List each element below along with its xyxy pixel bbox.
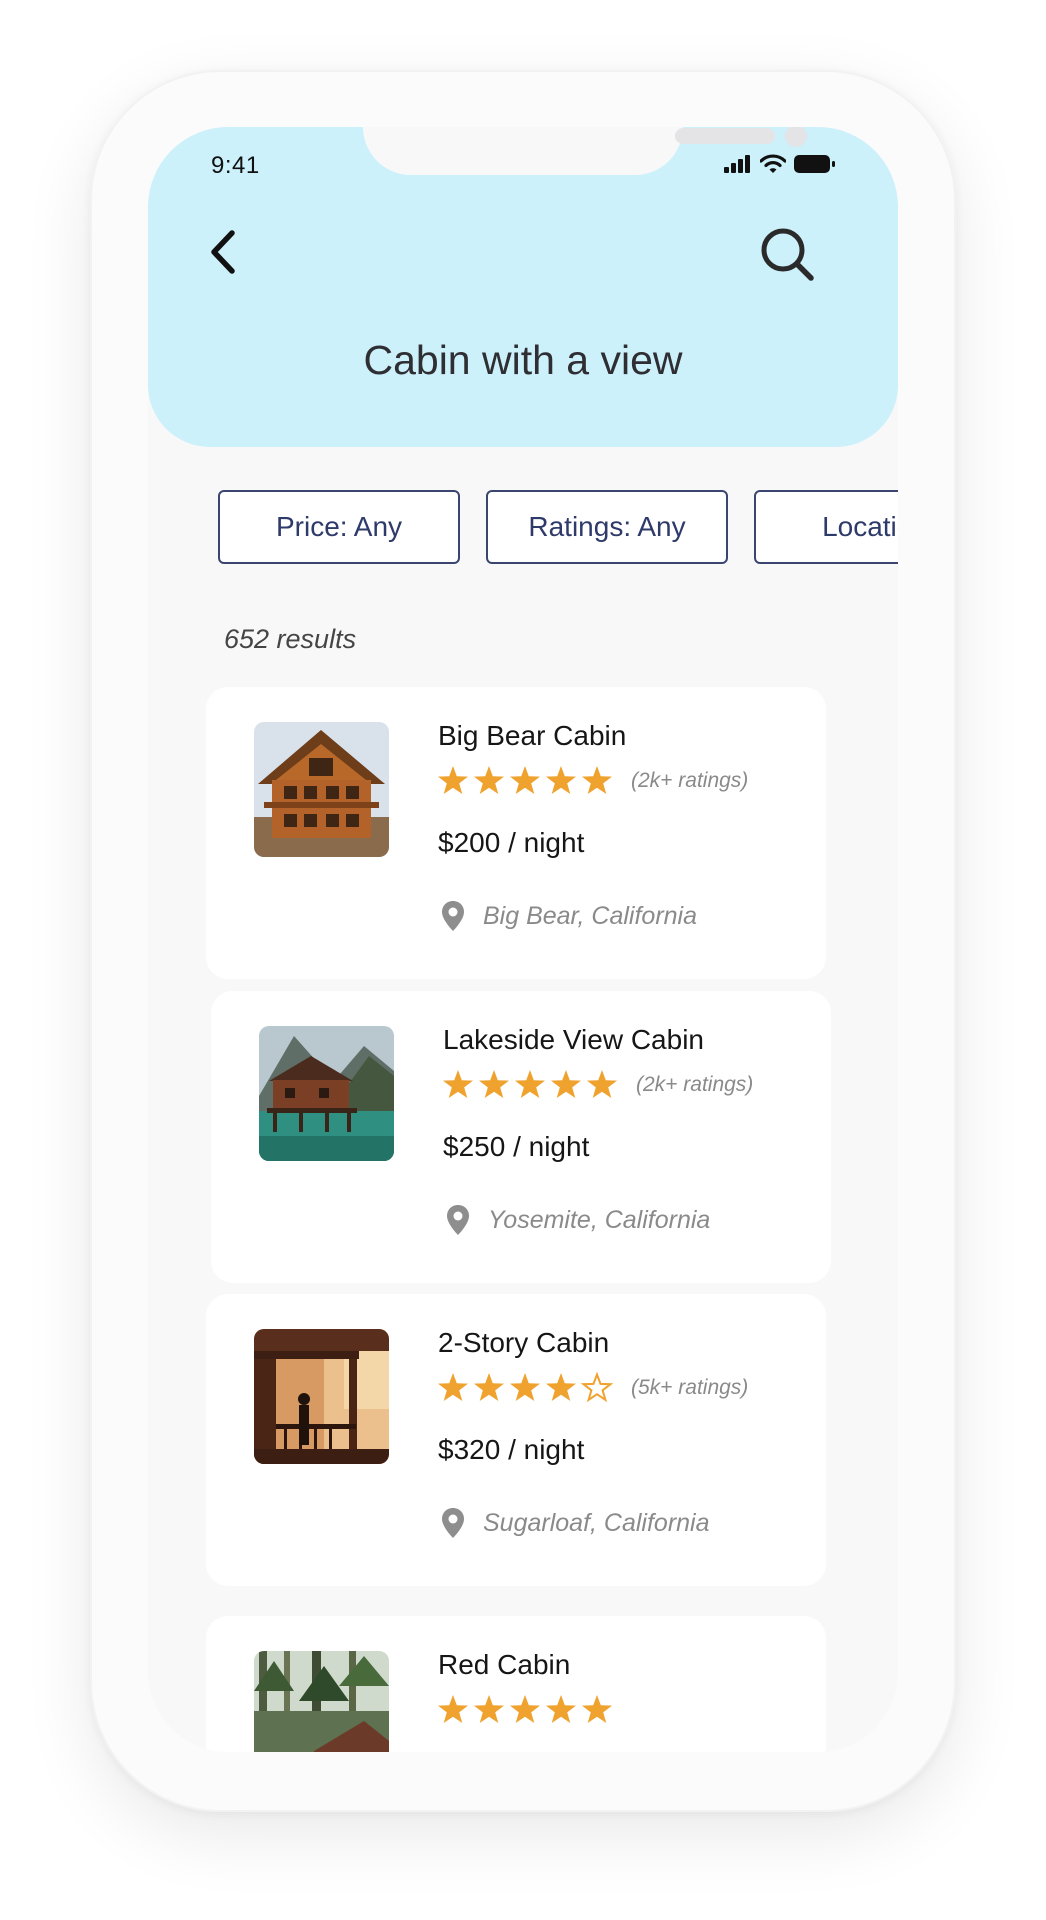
price-amount: $200	[438, 827, 501, 858]
rating-count: (2k+ ratings)	[636, 1073, 754, 1096]
battery-icon	[794, 155, 835, 173]
price: $320 / night	[438, 1434, 584, 1466]
price: $200 / night	[438, 827, 584, 859]
filter-ratings[interactable]: Ratings: Any	[486, 490, 728, 564]
status-icons	[724, 154, 836, 174]
location-pin-icon	[442, 1508, 464, 1538]
search-icon	[761, 228, 814, 281]
price-unit: / night	[505, 1131, 590, 1162]
star-rating-icon	[443, 1070, 617, 1098]
cabin-photo	[254, 722, 389, 857]
price-amount: $320	[438, 1434, 501, 1465]
location-pin-icon	[447, 1205, 469, 1235]
status-time: 9:41	[211, 152, 260, 179]
location-text: Big Bear, California	[483, 901, 698, 930]
cabin-photo	[254, 1651, 389, 1752]
rating-stars: (5k+ ratings)	[437, 1372, 748, 1404]
listing-title: Big Bear Cabin	[438, 720, 627, 751]
cabin-photo	[259, 1026, 394, 1161]
cellular-signal-icon	[724, 155, 750, 173]
listing-location: Sugarloaf, California	[441, 1507, 710, 1539]
rating-stars	[437, 1694, 613, 1726]
rating-count: (5k+ ratings)	[631, 1376, 749, 1399]
speaker-grille	[675, 128, 775, 144]
star-rating-icon	[438, 766, 612, 794]
search-button[interactable]	[756, 223, 818, 285]
listing-title: Lakeside View Cabin	[443, 1024, 704, 1055]
star-rating-icon	[438, 1695, 612, 1723]
price-unit: / night	[500, 827, 585, 858]
price: $250 / night	[443, 1131, 589, 1163]
filter-location[interactable]: Location	[754, 490, 898, 564]
app-screen: 9:41 Cabin with a view Price: Any Rating…	[148, 127, 898, 1752]
chevron-left-icon	[211, 230, 235, 274]
rating-stars: (2k+ ratings)	[442, 1069, 753, 1101]
results-count: 652 results	[224, 624, 357, 654]
star-rating-icon	[438, 1372, 613, 1403]
listing-title: 2-Story Cabin	[438, 1327, 610, 1358]
filter-price[interactable]: Price: Any	[218, 490, 460, 564]
back-button[interactable]	[202, 225, 244, 279]
rating-count: (2k+ ratings)	[631, 769, 749, 792]
location-text: Sugarloaf, California	[483, 1508, 710, 1537]
filter-bar: Price: Any Ratings: Any Location	[218, 490, 898, 566]
listing-title: Red Cabin	[438, 1649, 571, 1680]
listing-card[interactable]: Red Cabin	[206, 1616, 826, 1752]
price-amount: $250	[443, 1131, 506, 1162]
listing-card[interactable]: Lakeside View Cabin (2k+ ratings) $250 /…	[211, 991, 831, 1283]
location-pin-icon	[442, 901, 464, 931]
listing-location: Big Bear, California	[441, 900, 697, 932]
header: 9:41 Cabin with a view	[148, 127, 898, 447]
location-text: Yosemite, California	[488, 1205, 711, 1234]
device-notch	[363, 127, 807, 175]
listing-card[interactable]: 2-Story Cabin (5k+ ratings) $320 / night…	[206, 1294, 826, 1586]
price-unit: / night	[500, 1434, 585, 1465]
rating-stars: (2k+ ratings)	[437, 765, 748, 797]
wifi-icon	[760, 154, 786, 173]
page-title: Cabin with a view	[363, 337, 683, 383]
listing-card[interactable]: Big Bear Cabin (2k+ ratings) $200 / nigh…	[206, 687, 826, 979]
cabin-photo	[254, 1329, 389, 1464]
listing-location: Yosemite, California	[446, 1204, 710, 1236]
